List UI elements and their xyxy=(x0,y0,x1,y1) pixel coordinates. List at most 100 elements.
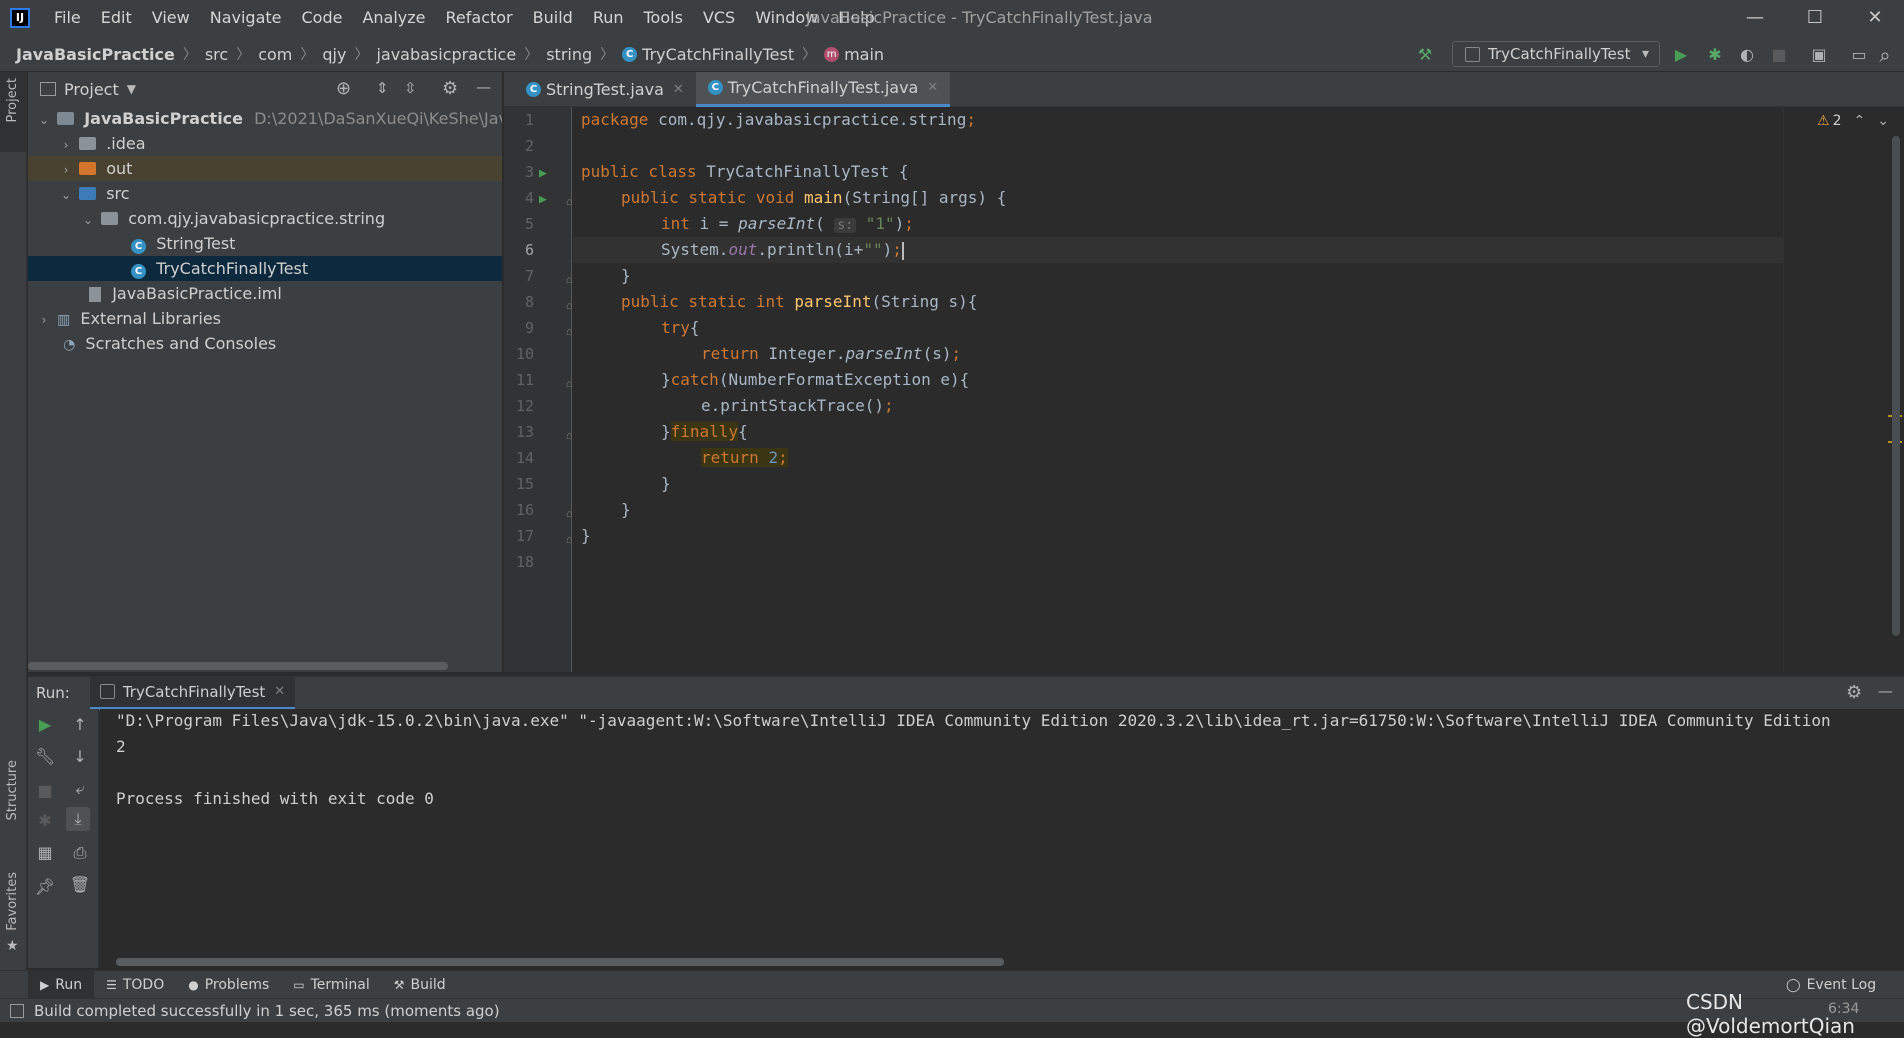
breadcrumb-qjy[interactable]: qjy xyxy=(322,45,346,64)
run-gutter-icon[interactable]: ▶ xyxy=(539,166,547,181)
wrench-icon[interactable]: 🔧︎ xyxy=(33,745,57,769)
status-message[interactable]: Build completed successfully in 1 sec, 3… xyxy=(34,1002,500,1020)
breadcrumb-src[interactable]: src xyxy=(205,45,228,64)
tree-item-scratches[interactable]: ◔ Scratches and Consoles xyxy=(28,331,502,356)
tree-item-external-libraries[interactable]: › ▥ External Libraries xyxy=(28,306,502,331)
menu-run[interactable]: Run xyxy=(583,0,634,36)
project-horizontal-scrollbar[interactable] xyxy=(28,662,448,670)
menu-tools[interactable]: Tools xyxy=(634,0,693,36)
tree-item-package[interactable]: ⌄ com.qjy.javabasicpractice.string xyxy=(28,206,502,231)
tree-item-project-root[interactable]: ⌄ JavaBasicPractice D:\2021\DaSanXueQi\K… xyxy=(28,106,502,131)
close-window-button[interactable]: ✕ xyxy=(1846,0,1904,36)
chevron-down-icon[interactable]: ⌄ xyxy=(28,208,96,231)
hide-panel-icon[interactable]: — xyxy=(476,78,491,96)
tool-window-terminal[interactable]: ▭ Terminal xyxy=(281,971,382,999)
structure-tool-button[interactable]: Structure xyxy=(0,760,27,840)
tree-item-idea[interactable]: › .idea xyxy=(28,131,502,156)
run-tab-trycatchfinallytest[interactable]: TryCatchFinallyTest ✕ xyxy=(89,676,296,710)
tool-window-todo[interactable]: ☰ TODO xyxy=(94,971,176,999)
gear-icon[interactable]: ⚙ xyxy=(442,78,458,99)
tool-window-build[interactable]: ⚒ Build xyxy=(382,971,458,999)
editor-gutter[interactable]: 1 2 3 4 5 6 7 8 9 10 11 12 13 14 15 16 1… xyxy=(504,107,573,672)
expand-all-icon[interactable]: ⇕ xyxy=(376,79,389,97)
code-editor[interactable]: package com.qjy.javabasicpractice.string… xyxy=(573,107,1783,672)
hammer-icon[interactable]: ⚒ xyxy=(1414,44,1436,66)
tree-item-src[interactable]: ⌄ src xyxy=(28,181,502,206)
locate-icon[interactable]: ⊕ xyxy=(336,78,351,99)
restore-layout-icon[interactable]: ✱ xyxy=(33,809,57,833)
arrow-up-icon[interactable]: ↑ xyxy=(68,713,92,737)
fold-icon[interactable]: ⌂ xyxy=(566,507,573,520)
layout-icon[interactable]: ▭ xyxy=(1848,44,1870,66)
breadcrumb-method[interactable]: main xyxy=(844,45,884,64)
pin-icon[interactable]: 📌︎ xyxy=(33,875,57,899)
breadcrumb-class[interactable]: TryCatchFinallyTest xyxy=(642,45,794,64)
fold-icon[interactable]: ⌂ xyxy=(566,377,573,390)
favorites-tool-button[interactable]: Favorites ★ xyxy=(0,872,27,962)
tree-item-stringtest[interactable]: C StringTest xyxy=(28,231,502,256)
fold-icon[interactable]: ⌂ xyxy=(566,273,573,286)
chevron-down-icon[interactable]: ▼ xyxy=(127,82,136,96)
chevron-up-icon[interactable]: ⌃ xyxy=(1853,113,1865,129)
minimize-window-button[interactable]: — xyxy=(1726,0,1784,36)
gear-icon[interactable]: ⚙ xyxy=(1846,682,1862,703)
maximize-window-button[interactable]: ☐ xyxy=(1786,0,1844,36)
console-horizontal-scrollbar[interactable] xyxy=(116,958,1004,966)
editor-vertical-scrollbar[interactable] xyxy=(1892,136,1900,636)
close-icon[interactable]: ✕ xyxy=(274,684,285,699)
status-window-icon[interactable] xyxy=(10,1003,24,1018)
tab-stringtest[interactable]: C StringTest.java ✕ xyxy=(514,72,696,107)
fold-icon[interactable]: ⌂ xyxy=(566,533,573,546)
tree-item-out[interactable]: › out xyxy=(28,156,502,181)
run-gutter-icon[interactable]: ▶ xyxy=(539,192,547,207)
breadcrumb-javabasicpractice[interactable]: javabasicpractice xyxy=(376,45,516,64)
project-structure-icon[interactable]: ▣ xyxy=(1808,44,1830,66)
arrow-down-icon[interactable]: ↓ xyxy=(68,745,92,769)
menu-file[interactable]: File xyxy=(44,0,91,36)
tree-item-trycatchfinallytest[interactable]: C TryCatchFinallyTest xyxy=(28,256,502,281)
layout-grid-icon[interactable]: ▦ xyxy=(33,841,57,865)
fold-icon[interactable]: ⌂ xyxy=(566,325,573,338)
inspection-widget[interactable]: ⚠ 2 ⌃ ⌄ xyxy=(1817,113,1889,129)
stop-icon[interactable]: ■ xyxy=(33,779,57,803)
hide-panel-icon[interactable]: — xyxy=(1878,682,1893,700)
project-tool-button[interactable]: Project xyxy=(0,72,27,152)
chevron-right-icon[interactable]: › xyxy=(28,308,52,331)
search-icon[interactable]: ⌕ xyxy=(1874,44,1896,66)
chevron-down-icon[interactable]: ⌄ xyxy=(28,108,52,131)
fold-icon[interactable]: ⌂ xyxy=(566,299,573,312)
breadcrumb-string[interactable]: string xyxy=(546,45,592,64)
soft-wrap-icon[interactable]: ⤶ xyxy=(68,777,92,801)
close-icon[interactable]: ✕ xyxy=(673,82,684,97)
print-icon[interactable]: ⎙ xyxy=(68,841,92,865)
tree-item-iml[interactable]: JavaBasicPractice.iml xyxy=(28,281,502,306)
chevron-down-icon[interactable]: ⌄ xyxy=(1877,113,1889,129)
stop-icon[interactable]: ■ xyxy=(1768,44,1790,66)
menu-code[interactable]: Code xyxy=(292,0,353,36)
menu-navigate[interactable]: Navigate xyxy=(200,0,292,36)
run-icon[interactable]: ▶ xyxy=(1670,44,1692,66)
breadcrumb-com[interactable]: com xyxy=(258,45,292,64)
fold-icon[interactable]: ⌂ xyxy=(566,195,573,208)
menu-analyze[interactable]: Analyze xyxy=(352,0,435,36)
menu-vcs[interactable]: VCS xyxy=(693,0,745,36)
coverage-icon[interactable]: ◐ xyxy=(1736,44,1758,66)
collapse-all-icon[interactable]: ⇳ xyxy=(404,79,417,97)
tool-window-run[interactable]: ▶ Run xyxy=(28,970,95,999)
chevron-right-icon[interactable]: › xyxy=(28,133,74,156)
console-output[interactable]: "D:\Program Files\Java\jdk-15.0.2\bin\ja… xyxy=(100,709,1904,968)
trash-icon[interactable]: 🗑︎ xyxy=(68,873,92,897)
tab-trycatchfinallytest[interactable]: C TryCatchFinallyTest.java ✕ xyxy=(695,71,951,107)
chevron-right-icon[interactable]: › xyxy=(28,158,74,181)
breadcrumb-project[interactable]: JavaBasicPractice xyxy=(16,45,175,64)
menu-edit[interactable]: Edit xyxy=(91,0,142,36)
menu-build[interactable]: Build xyxy=(523,0,583,36)
scroll-to-end-icon[interactable]: ⤓ xyxy=(66,807,90,831)
project-panel-title[interactable]: Project xyxy=(64,80,119,99)
tool-window-problems[interactable]: ● Problems xyxy=(176,971,281,999)
debug-icon[interactable]: ✱ xyxy=(1704,44,1726,66)
fold-icon[interactable]: ⌂ xyxy=(566,429,573,442)
menu-view[interactable]: View xyxy=(142,0,200,36)
rerun-icon[interactable]: ▶ xyxy=(33,713,57,737)
run-configuration-select[interactable]: TryCatchFinallyTest ▾ xyxy=(1452,41,1660,67)
